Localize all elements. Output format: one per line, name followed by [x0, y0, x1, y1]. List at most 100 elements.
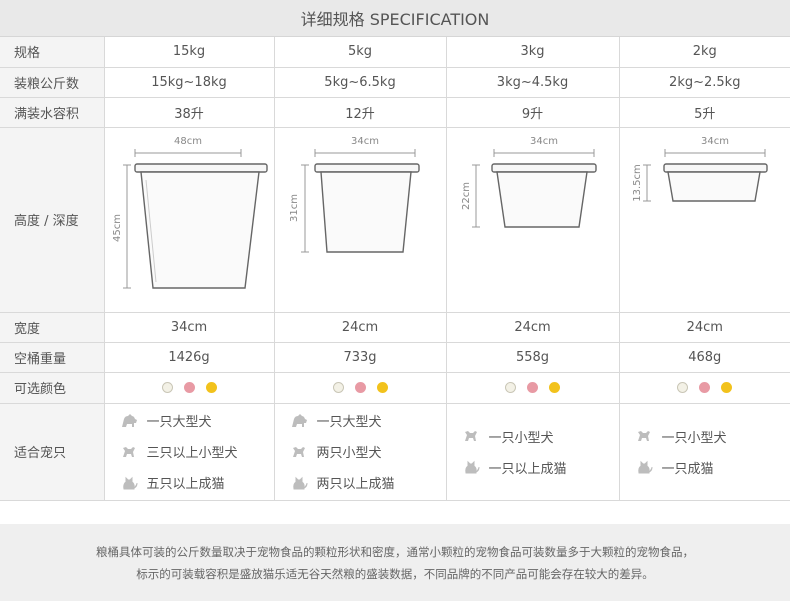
cell-weight: 468g: [619, 342, 790, 373]
cat-icon: [292, 476, 307, 489]
pet-list: 一只大型犬两只小型犬两只以上成猫: [275, 411, 446, 493]
row-label: 规格: [0, 37, 105, 68]
cell-volume: 9升: [446, 97, 620, 128]
cell-pets: 一只小型犬 一只成猫: [619, 403, 790, 501]
cat-icon: [122, 476, 137, 489]
color-swatch: [332, 382, 344, 393]
pet-item: 一只小型犬: [634, 426, 790, 446]
color-swatches: [447, 382, 619, 393]
pet-label: 一只大型犬: [316, 415, 382, 430]
small-dog-icon: [637, 431, 650, 441]
color-swatch: [505, 382, 516, 393]
cell-load: 2kg~2.5kg: [619, 67, 790, 98]
color-swatches: [105, 382, 274, 393]
row-label: 高度 / 深度: [0, 127, 105, 313]
large-dog-icon: [291, 413, 307, 427]
height-label: 45cm: [112, 214, 123, 242]
row-label: 可选颜色: [0, 372, 105, 404]
pet-label: 五只以上成猫: [146, 477, 225, 492]
row-label: 满装水容积: [0, 97, 105, 128]
cell-width: 34cm: [104, 312, 275, 343]
cell-weight: 733g: [274, 342, 447, 373]
note-line: 粮桶具体可装的公斤数量取决于宠物食品的颗粒形状和密度，通常小颗粒的宠物食品可装数…: [96, 544, 694, 559]
small-dog-icon: [464, 431, 477, 441]
cell-colors: [274, 372, 447, 404]
row-weight: 空桶重量 1426g 733g 558g 468g: [0, 342, 790, 373]
pet-item: 三只以上小型犬: [119, 442, 274, 462]
bin-diagram-3kg: 34cm 22cm: [461, 136, 597, 228]
cell-load: 5kg~6.5kg: [274, 67, 447, 98]
pet-list: 一只小型犬一只以上成猫: [447, 426, 619, 477]
bin-body: [666, 170, 761, 202]
cell-width: 24cm: [274, 312, 447, 343]
cell-width: 24cm: [619, 312, 790, 343]
color-swatch: [677, 382, 689, 393]
pet-item: 一只小型犬: [461, 426, 619, 446]
row-dims: 高度 / 深度 48cm 45cm 34cm 31cm 34cm 22cm 34…: [0, 127, 790, 313]
bin-lid: [490, 162, 597, 173]
bin-lid: [662, 162, 768, 173]
color-swatches: [275, 382, 446, 393]
color-swatch: [161, 382, 173, 393]
header-title: 详细规格 SPECIFICATION: [300, 10, 490, 29]
pet-label: 一只大型犬: [146, 415, 212, 430]
pet-label: 一只成猫: [661, 461, 714, 477]
color-swatch: [527, 382, 538, 393]
cell-dims: 34cm 31cm: [274, 127, 447, 313]
small-dog-icon: [122, 446, 135, 457]
cell-volume: 5升: [619, 97, 790, 128]
cell-colors: [104, 372, 275, 404]
cell-weight: 558g: [446, 342, 620, 373]
height-label: 13.5cm: [632, 164, 643, 202]
spec-table: 规格 15kg 5kg 3kg 2kg 装粮公斤数 15kg~18kg 5kg~…: [0, 37, 790, 501]
bin-diagram-5kg: 34cm 31cm: [289, 136, 420, 253]
cell-spec: 15kg: [104, 37, 275, 68]
cell-pets: 一只小型犬一只以上成猫: [446, 403, 620, 501]
pet-label: 三只以上小型犬: [146, 446, 238, 461]
cell-dims: 48cm 45cm: [104, 127, 275, 313]
pet-label: 一只小型犬: [661, 430, 727, 446]
bin-body: [139, 170, 260, 289]
cell-dims: 34cm 22cm: [446, 127, 620, 313]
row-colors: 可选颜色: [0, 372, 790, 404]
small-dog-icon: [292, 446, 305, 457]
pet-item: 两只以上成猫: [289, 473, 446, 493]
cell-dims: 34cm 13.5cm: [619, 127, 790, 313]
bin-lid: [133, 162, 268, 173]
pet-item: 两只小型犬: [289, 442, 446, 462]
pet-label: 一只以上成猫: [488, 461, 567, 477]
cell-pets: 一只大型犬三只以上小型犬 五只以上成猫: [104, 403, 275, 501]
top-width-label: 48cm: [174, 136, 202, 147]
bin-diagram-15kg: 48cm 45cm: [112, 136, 268, 289]
cell-spec: 5kg: [274, 37, 447, 68]
color-swatches: [620, 382, 790, 393]
row-label: 适合宠只: [0, 403, 105, 501]
cell-width: 24cm: [446, 312, 620, 343]
color-swatch: [376, 382, 388, 393]
row-label: 装粮公斤数: [0, 67, 105, 98]
color-swatch: [721, 382, 733, 393]
row-load: 装粮公斤数 15kg~18kg 5kg~6.5kg 3kg~4.5kg 2kg~…: [0, 67, 790, 98]
cell-volume: 38升: [104, 97, 275, 128]
pet-label: 两只以上成猫: [316, 477, 395, 492]
capacity-note: 粮桶具体可装的公斤数量取决于宠物食品的颗粒形状和密度，通常小颗粒的宠物食品可装数…: [0, 524, 790, 601]
pet-list: 一只大型犬三只以上小型犬 五只以上成猫: [105, 411, 274, 493]
cell-colors: [619, 372, 790, 404]
row-label: 空桶重量: [0, 342, 105, 373]
cell-colors: [446, 372, 620, 404]
cat-icon: [637, 460, 652, 474]
pet-item: 一只以上成猫: [461, 457, 619, 477]
cat-icon: [464, 460, 479, 474]
pet-item: 五只以上成猫: [119, 473, 274, 493]
pet-list: 一只小型犬 一只成猫: [620, 426, 790, 477]
cell-weight: 1426g: [104, 342, 275, 373]
top-width-label: 34cm: [530, 136, 558, 147]
row-label: 宽度: [0, 312, 105, 343]
pet-item: 一只大型犬: [119, 411, 274, 431]
note-line: 标示的可装载容积是盛放猫乐适无谷天然粮的盛装数据，不同品牌的不同产品可能会存在较…: [136, 566, 654, 581]
color-swatch: [205, 382, 217, 393]
pet-item: 一只成猫: [634, 457, 790, 477]
pet-label: 两只小型犬: [316, 446, 382, 461]
top-width-label: 34cm: [351, 136, 379, 147]
cell-spec: 3kg: [446, 37, 620, 68]
